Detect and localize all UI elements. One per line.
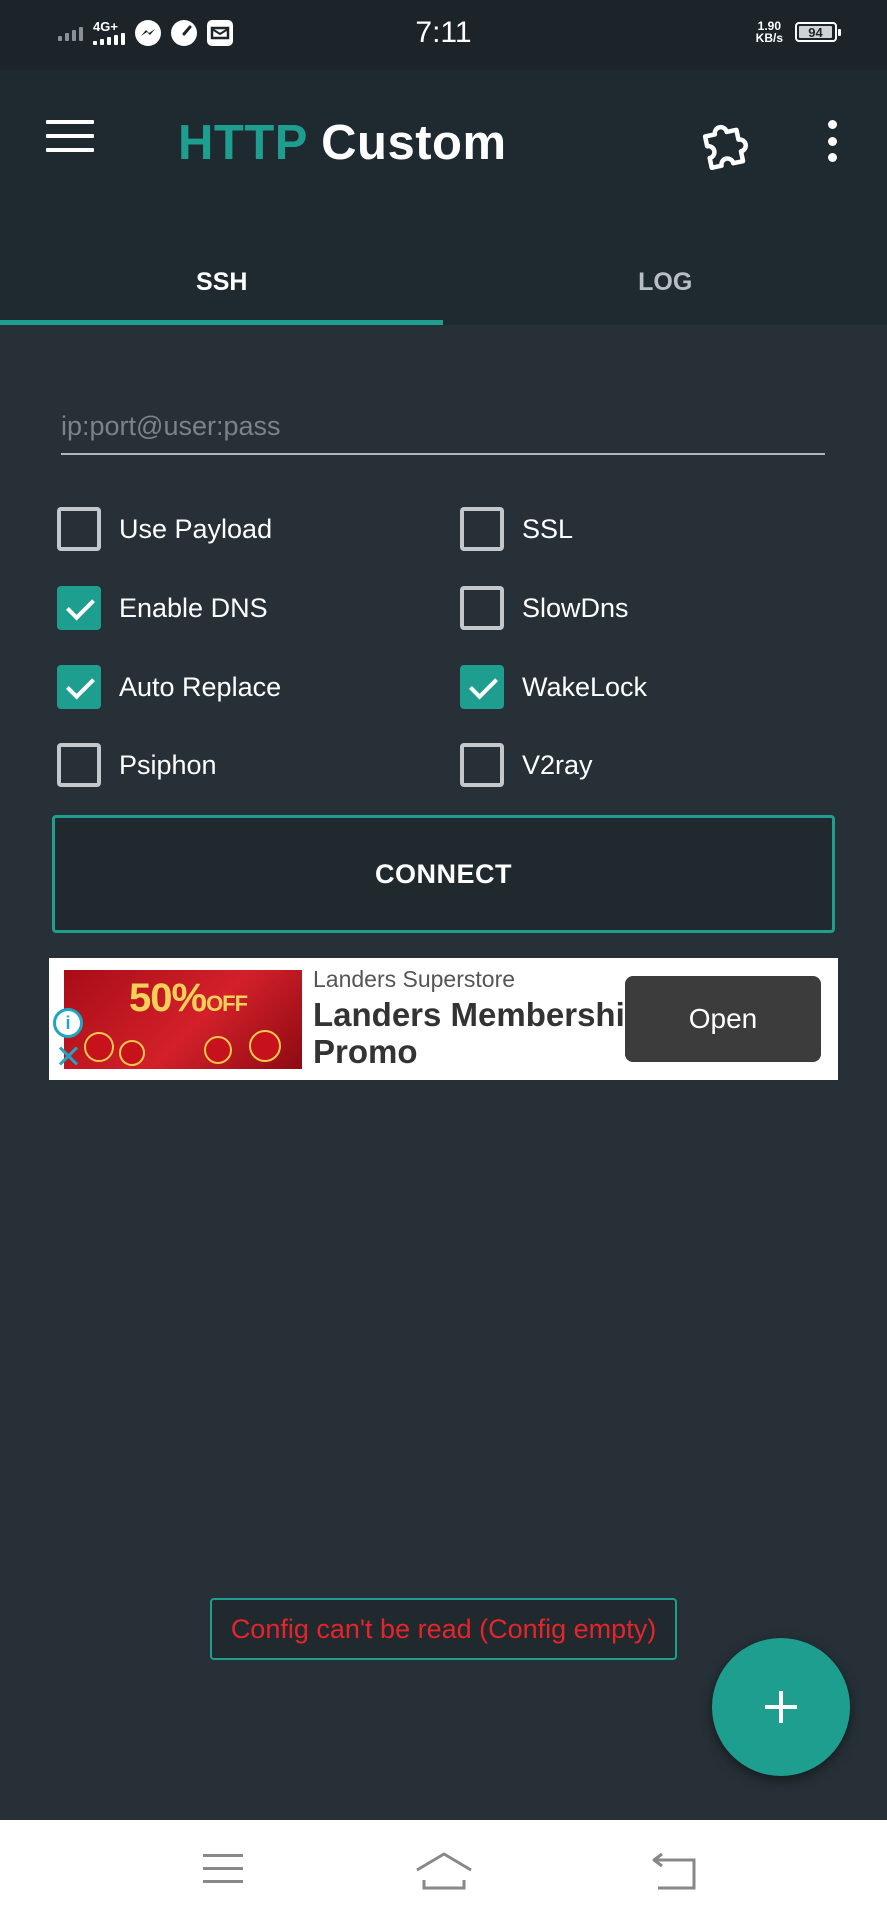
checkbox-slowdns[interactable]: [460, 586, 504, 630]
ad-open-button[interactable]: Open: [625, 976, 821, 1062]
status-bar: 4G+ 7:11 1.90 KB/s 94: [0, 0, 887, 70]
ad-banner[interactable]: 50%OFF i Landers Superstore Landers Memb…: [49, 958, 838, 1080]
app-title: HTTP Custom: [178, 115, 507, 171]
ad-info-icon[interactable]: i: [53, 1008, 83, 1038]
hamburger-icon[interactable]: [46, 120, 94, 156]
option-psiphon[interactable]: Psiphon: [57, 741, 217, 789]
label-enable-dns: Enable DNS: [119, 592, 268, 623]
plus-icon[interactable]: [712, 1638, 850, 1776]
app-bar: HTTP Custom SSH LOG: [0, 70, 887, 325]
option-slowdns[interactable]: SlowDns: [460, 584, 629, 632]
checkbox-enable-dns[interactable]: [57, 586, 101, 630]
tab-bar: SSH LOG: [0, 240, 887, 325]
ad-advertiser: Landers Superstore: [313, 966, 516, 992]
ad-close-icon[interactable]: [55, 1042, 83, 1070]
ad-image[interactable]: 50%OFF: [64, 970, 302, 1069]
clock: 7:11: [415, 16, 472, 49]
option-auto-replace[interactable]: Auto Replace: [57, 663, 281, 711]
home-icon[interactable]: [414, 1850, 474, 1894]
back-icon[interactable]: [646, 1850, 706, 1894]
error-toast: Config can't be read (Config empty): [210, 1598, 677, 1660]
option-enable-dns[interactable]: Enable DNS: [57, 584, 268, 632]
kebab-icon[interactable]: [820, 116, 844, 166]
ad-image-discount: 50%OFF: [129, 976, 248, 1020]
label-auto-replace: Auto Replace: [119, 671, 282, 702]
ad-headline[interactable]: Landers Membership Promo: [313, 996, 673, 1070]
label-v2ray: V2ray: [522, 749, 593, 780]
label-wakelock: WakeLock: [522, 671, 648, 702]
label-slowdns: SlowDns: [522, 592, 629, 623]
connect-button[interactable]: CONNECT: [52, 815, 835, 933]
option-ssl[interactable]: SSL: [460, 505, 573, 553]
server-input[interactable]: [61, 405, 825, 455]
network-speed-unit: KB/s: [755, 31, 783, 45]
app-title-rest: Custom: [321, 116, 507, 170]
puzzle-icon[interactable]: [700, 114, 756, 171]
checkbox-psiphon[interactable]: [57, 743, 101, 787]
checkbox-ssl[interactable]: [460, 507, 504, 551]
checkbox-wakelock[interactable]: [460, 665, 504, 709]
checkbox-v2ray[interactable]: [460, 743, 504, 787]
tab-ssh[interactable]: SSH: [0, 240, 444, 325]
status-icons-right: 1.90 KB/s 94: [756, 20, 841, 44]
battery-level: 94: [799, 25, 832, 40]
tab-log[interactable]: LOG: [444, 240, 887, 325]
checkbox-auto-replace[interactable]: [57, 665, 101, 709]
label-use-payload: Use Payload: [119, 513, 273, 544]
label-psiphon: Psiphon: [119, 749, 217, 780]
ssh-panel: Use Payload SSL Enable DNS SlowDns Auto …: [0, 325, 887, 1820]
option-wakelock[interactable]: WakeLock: [460, 663, 647, 711]
network-speed: 1.90 KB/s: [756, 20, 783, 44]
option-use-payload[interactable]: Use Payload: [57, 505, 272, 553]
system-nav-bar: [0, 1820, 887, 1920]
option-v2ray[interactable]: V2ray: [460, 741, 593, 789]
recents-icon[interactable]: [193, 1850, 253, 1894]
battery-icon: 94: [795, 22, 841, 42]
app-title-accent: HTTP: [178, 116, 308, 170]
checkbox-use-payload[interactable]: [57, 507, 101, 551]
label-ssl: SSL: [522, 513, 574, 544]
